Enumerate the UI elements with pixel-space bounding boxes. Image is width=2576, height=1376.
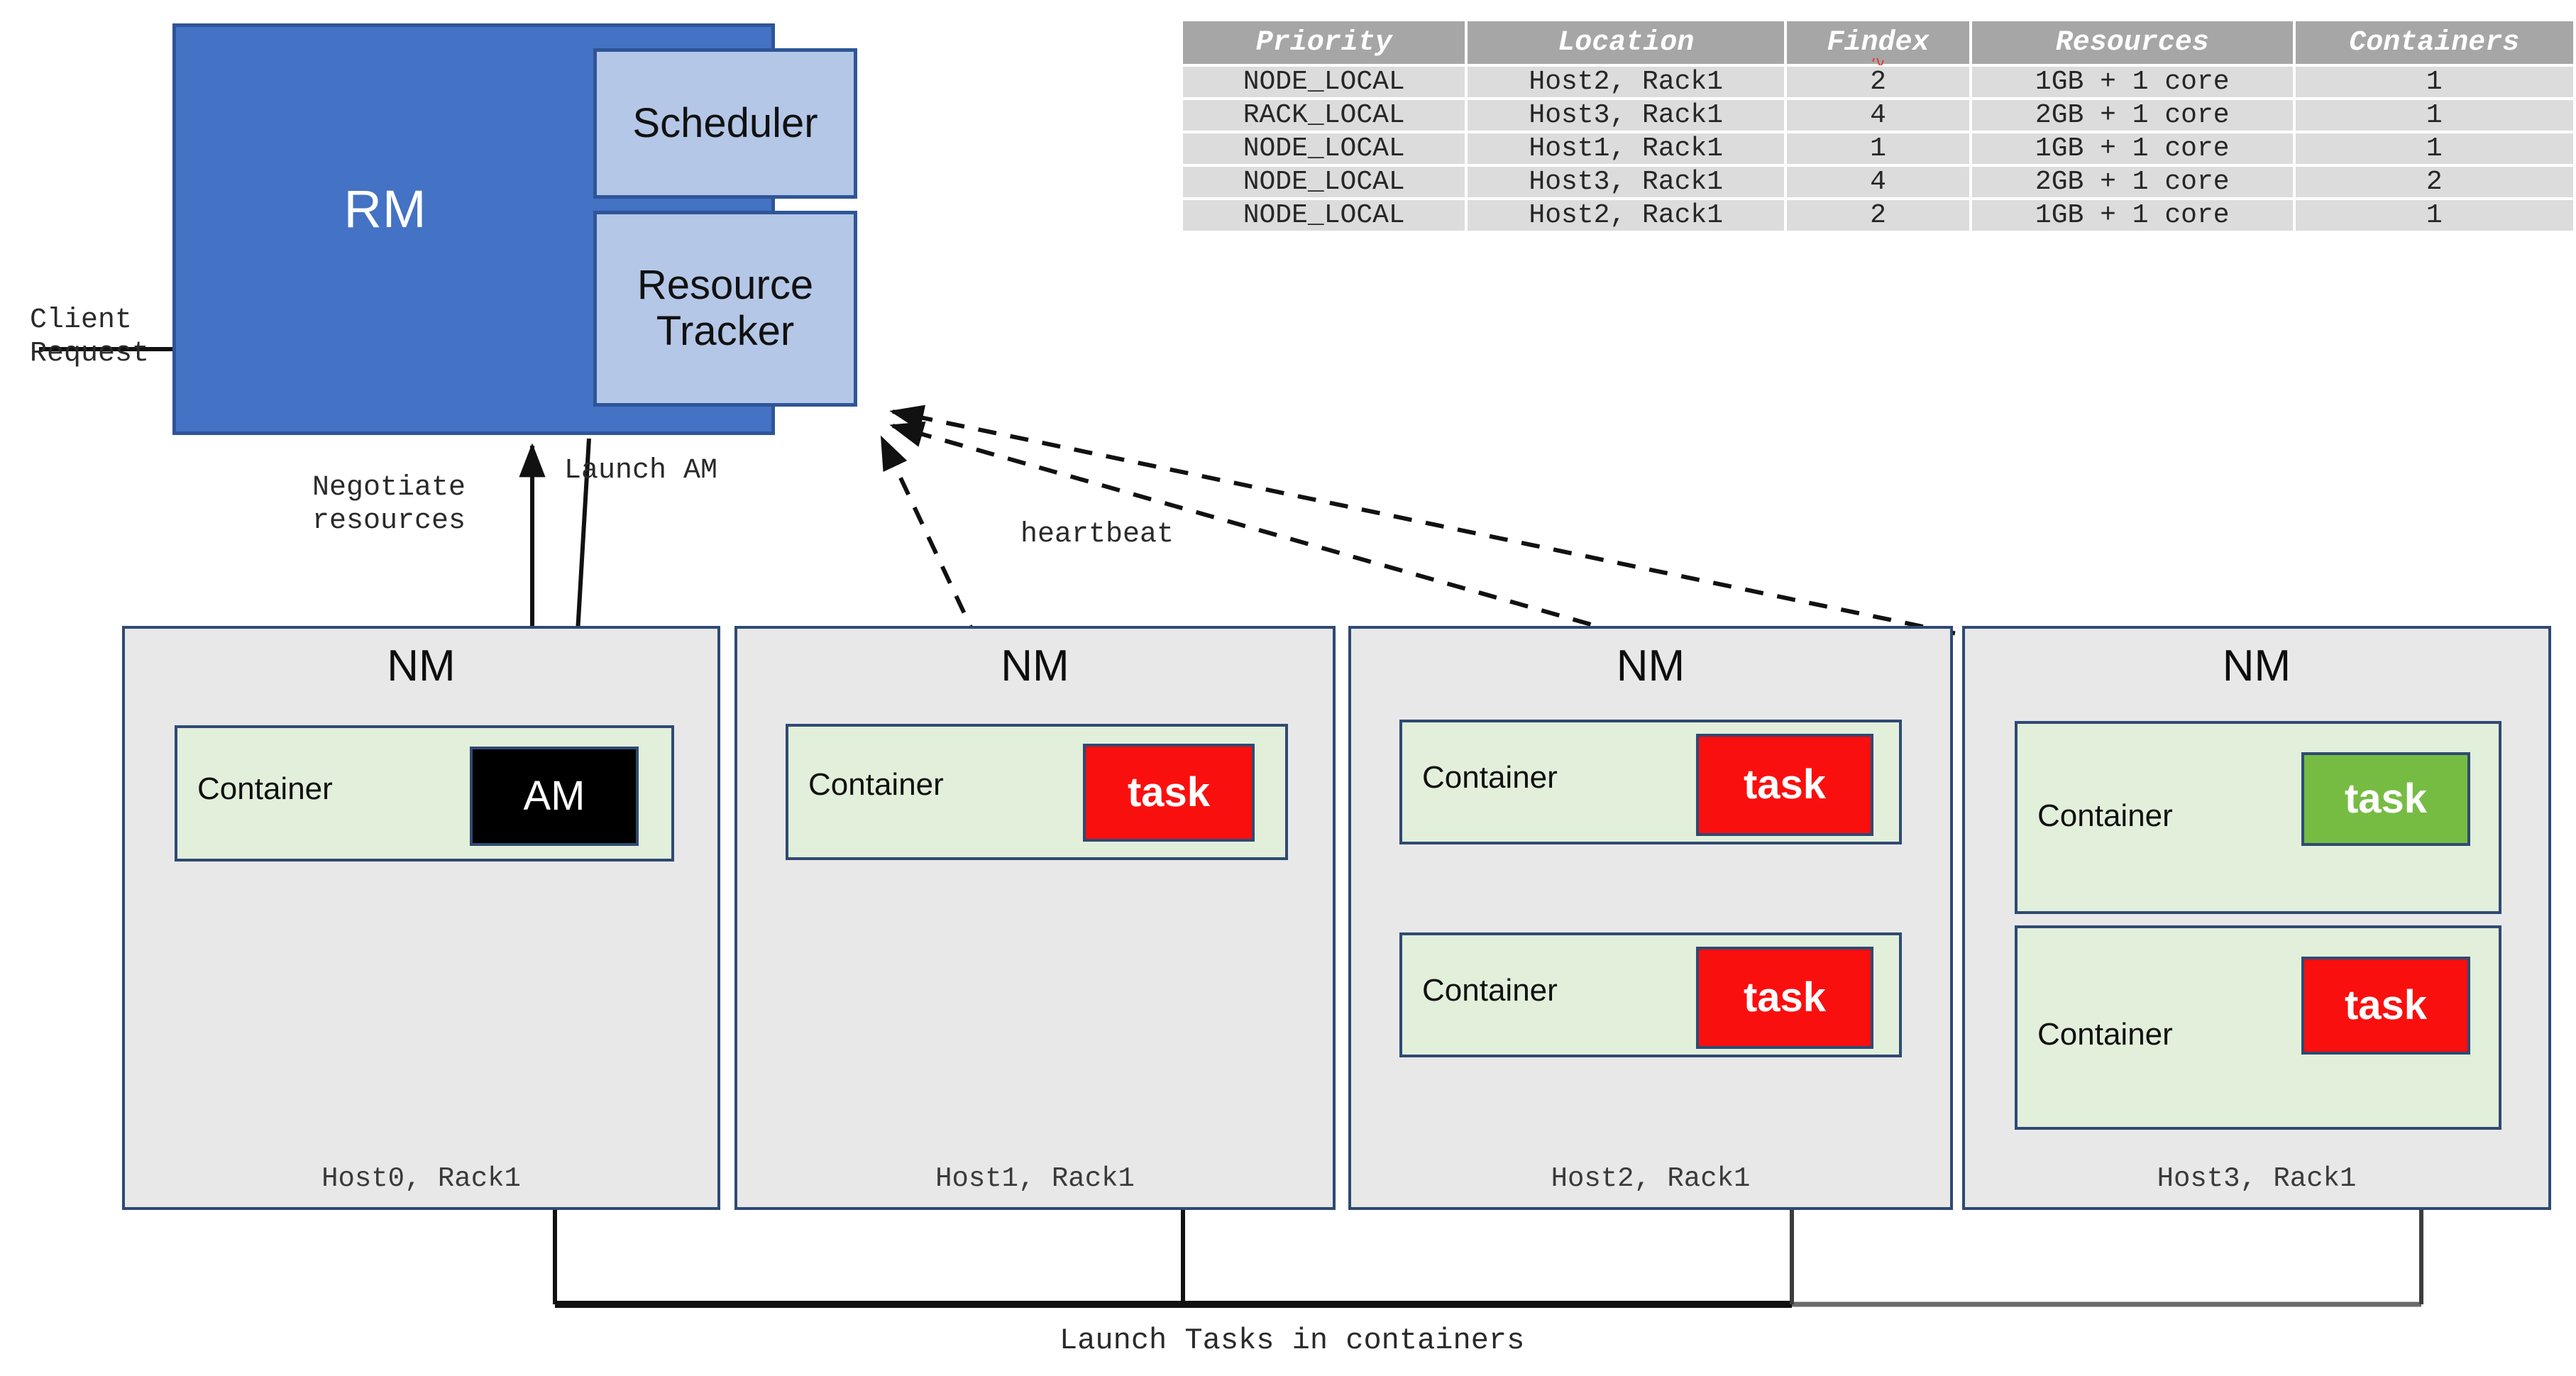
container-box[interactable]: Container task (1399, 720, 1902, 844)
diagram-canvas: RM Scheduler Resource Tracker Client Req… (0, 0, 2576, 1376)
launch-am-label: Launch AM (564, 455, 718, 487)
nm-title: NM (1616, 642, 1685, 690)
container-label: Container (1422, 973, 1558, 1008)
cell-resources: 2GB + 1 core (1971, 100, 2293, 131)
cell-findex: 2 (1787, 67, 1969, 97)
node-manager-host3[interactable]: NM Container task Container task Host3, … (1962, 626, 2551, 1210)
nm-title: NM (1001, 642, 1069, 690)
launch-tasks-label: Launch Tasks in containers (1059, 1323, 1525, 1358)
table-row[interactable]: NODE_LOCAL Host1, Rack1 1 1GB + 1 core 1 (1183, 133, 2573, 164)
table-header-row: Priority Location Findex∿ Resources Cont… (1183, 21, 2573, 65)
negotiate-resources-label: Negotiate resources (312, 472, 466, 538)
cell-findex: 1 (1787, 133, 1969, 164)
spellcheck-squiggle-icon: ∿ (1870, 58, 1886, 65)
task-chip[interactable]: task (1083, 744, 1255, 842)
cell-findex: 4 (1787, 167, 1969, 197)
container-box[interactable]: Container task (1399, 932, 1902, 1057)
cell-resources: 2GB + 1 core (1971, 167, 2293, 197)
container-label: Container (197, 771, 333, 806)
cell-containers: 2 (2295, 167, 2573, 197)
resource-request-table: Priority Location Findex∿ Resources Cont… (1180, 18, 2576, 233)
cell-containers: 1 (2295, 200, 2573, 231)
column-header-resources[interactable]: Resources (1971, 21, 2293, 64)
cell-priority: NODE_LOCAL (1183, 67, 1465, 97)
cell-containers: 1 (2295, 67, 2573, 97)
nm-host-label: Host1, Rack1 (935, 1163, 1135, 1194)
cell-findex: 2 (1787, 200, 1969, 231)
cell-priority: NODE_LOCAL (1183, 167, 1465, 197)
nm-title: NM (2222, 642, 2291, 690)
scheduler-box[interactable]: Scheduler (593, 48, 857, 199)
task-chip[interactable]: task (2301, 957, 2470, 1055)
column-header-priority[interactable]: Priority (1183, 21, 1465, 64)
table-row[interactable]: NODE_LOCAL Host2, Rack1 2 1GB + 1 core 1 (1183, 200, 2573, 231)
task-chip[interactable]: task (1696, 734, 1873, 836)
container-label: Container (1422, 760, 1558, 795)
column-header-location[interactable]: Location (1468, 21, 1785, 64)
nm-host-label: Host3, Rack1 (2157, 1163, 2357, 1194)
node-manager-host0[interactable]: NM Container AM Host0, Rack1 (122, 626, 720, 1210)
container-box[interactable]: Container task (786, 724, 1288, 860)
header-text: Priority (1255, 26, 1392, 59)
cell-resources: 1GB + 1 core (1971, 67, 2293, 97)
container-box[interactable]: Container task (2015, 925, 2501, 1130)
cell-resources: 1GB + 1 core (1971, 200, 2293, 231)
container-label: Container (808, 767, 944, 802)
heartbeat-label: heartbeat (1020, 519, 1174, 551)
nm-title: NM (387, 642, 456, 690)
cell-location: Host3, Rack1 (1468, 167, 1785, 197)
nm-host-label: Host2, Rack1 (1551, 1163, 1751, 1194)
cell-priority: NODE_LOCAL (1183, 200, 1465, 231)
column-header-findex[interactable]: Findex∿ (1787, 21, 1969, 65)
resource-tracker-box[interactable]: Resource Tracker (593, 211, 857, 407)
cell-findex: 4 (1787, 100, 1969, 131)
cell-location: Host2, Rack1 (1468, 200, 1785, 231)
container-label: Container (2037, 1017, 2173, 1052)
container-label: Container (2037, 798, 2173, 833)
cell-priority: NODE_LOCAL (1183, 133, 1465, 164)
header-text: Resources (2055, 26, 2209, 59)
cell-resources: 1GB + 1 core (1971, 133, 2293, 164)
cell-location: Host3, Rack1 (1468, 100, 1785, 131)
header-text: Location (1558, 26, 1695, 59)
task-chip[interactable]: task (2301, 752, 2470, 846)
node-manager-host2[interactable]: NM Container task Container task Host2, … (1348, 626, 1953, 1210)
table-row[interactable]: NODE_LOCAL Host3, Rack1 4 2GB + 1 core 2 (1183, 167, 2573, 197)
cell-location: Host2, Rack1 (1468, 67, 1785, 97)
client-request-label: Client Request (30, 304, 150, 370)
column-header-containers[interactable]: Containers (2295, 21, 2573, 64)
cell-location: Host1, Rack1 (1468, 133, 1785, 164)
header-text: Findex (1827, 26, 1930, 59)
cell-containers: 1 (2295, 133, 2573, 164)
table-row[interactable]: RACK_LOCAL Host3, Rack1 4 2GB + 1 core 1 (1183, 100, 2573, 131)
resource-tracker-label: Resource Tracker (637, 262, 814, 354)
container-box[interactable]: Container task (2015, 721, 2501, 914)
container-box[interactable]: Container AM (175, 725, 674, 862)
task-chip[interactable]: task (1696, 947, 1873, 1049)
am-chip[interactable]: AM (470, 747, 639, 846)
nm-host-label: Host0, Rack1 (321, 1163, 521, 1194)
cell-priority: RACK_LOCAL (1183, 100, 1465, 131)
cell-containers: 1 (2295, 100, 2573, 131)
resource-manager-label: RM (343, 180, 427, 238)
node-manager-host1[interactable]: NM Container task Host1, Rack1 (734, 626, 1336, 1210)
header-text: Containers (2349, 26, 2520, 59)
table-row[interactable]: NODE_LOCAL Host2, Rack1 2 1GB + 1 core 1 (1183, 67, 2573, 97)
